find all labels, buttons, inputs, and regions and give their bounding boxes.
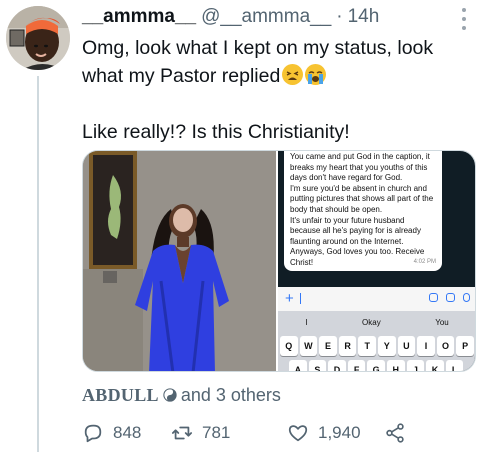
key: G <box>367 360 385 371</box>
key: S <box>308 360 327 371</box>
avatar[interactable] <box>6 6 70 70</box>
key: T <box>358 336 376 356</box>
reply-button[interactable]: 848 <box>82 422 141 444</box>
key: J <box>406 360 425 371</box>
key: H <box>386 360 405 371</box>
share-button[interactable] <box>384 422 415 444</box>
tweet-header: __ammma__ @__ammma__ · 14h <box>82 4 440 30</box>
attach-plus-icon: + <box>285 290 294 307</box>
tweet-time[interactable]: 14h <box>348 6 380 28</box>
keyboard-row-1: Q W E R T Y U I O P <box>280 336 474 356</box>
photo-woman-in-blue-dress[interactable] <box>83 151 277 371</box>
thread-line <box>37 76 39 452</box>
liker-name[interactable]: ABDULL <box>82 385 159 406</box>
separator-dot: · <box>336 6 343 27</box>
microphone-icon <box>463 293 471 302</box>
media-grid[interactable]: You came and put God in the caption, it … <box>82 150 476 372</box>
yin-yang-icon <box>163 388 177 402</box>
key: Q <box>280 336 298 356</box>
chat-message-text: You came and put God in the caption, it … <box>290 152 434 267</box>
like-count: 1,940 <box>318 423 361 442</box>
tweet-text: Omg, look what I kept on my status, look… <box>82 34 478 146</box>
display-name[interactable]: __ammma__ <box>82 6 196 28</box>
key: D <box>328 360 346 371</box>
keyboard-suggestions: I Okay You <box>278 311 475 333</box>
chat-message-time: 4:02 PM <box>413 259 437 266</box>
weary-face-emoji-icon <box>282 64 304 85</box>
key: K <box>426 360 444 371</box>
social-context[interactable]: ABDULL and 3 others <box>82 384 281 406</box>
key: P <box>456 336 474 356</box>
tweet-text-line2: Like really!? Is this Christianity! <box>82 121 350 143</box>
composer-icons <box>429 293 471 302</box>
tweet-text-line1-content: Omg, look what I kept on my status, look… <box>82 37 434 87</box>
suggestion-2: Okay <box>362 317 381 327</box>
key: I <box>417 336 435 356</box>
key: W <box>299 336 318 356</box>
key: R <box>338 336 357 356</box>
chat-message-bubble: You came and put God in the caption, it … <box>284 151 443 271</box>
key: Y <box>377 336 396 356</box>
retweet-count: 781 <box>202 423 231 442</box>
suggestion-3: You <box>435 317 449 327</box>
loudly-crying-face-emoji-icon <box>305 64 327 85</box>
camera-icon <box>446 293 456 302</box>
suggestion-1: I <box>305 317 308 327</box>
key: O <box>436 336 455 356</box>
more-options-icon[interactable] <box>460 8 468 30</box>
sticker-icon <box>429 293 439 302</box>
like-button[interactable]: 1,940 <box>287 422 361 444</box>
key: L <box>445 360 464 371</box>
chat-composer: + <box>278 287 475 311</box>
keyboard: Q W E R T Y U I O P A S D F G H J K L <box>278 333 475 371</box>
retweet-button[interactable]: 781 <box>171 422 230 444</box>
key: E <box>319 336 337 356</box>
reply-count: 848 <box>113 423 142 442</box>
tweet-text-line1: Omg, look what I kept on my status, look… <box>82 34 478 90</box>
key: U <box>397 336 416 356</box>
text-caret <box>300 293 302 304</box>
others-count[interactable]: and 3 others <box>181 385 281 406</box>
share-icon <box>386 423 404 443</box>
keyboard-row-2: A S D F G H J K L <box>289 360 464 371</box>
retweet-icon <box>171 426 193 440</box>
action-bar: 848 781 1,940 <box>82 420 478 446</box>
user-handle[interactable]: @__ammma__ <box>201 6 331 28</box>
heart-icon <box>288 425 308 442</box>
key: A <box>289 360 307 371</box>
reply-icon <box>84 424 102 443</box>
whatsapp-chat-screenshot[interactable]: You came and put God in the caption, it … <box>278 151 475 371</box>
key: F <box>347 360 366 371</box>
